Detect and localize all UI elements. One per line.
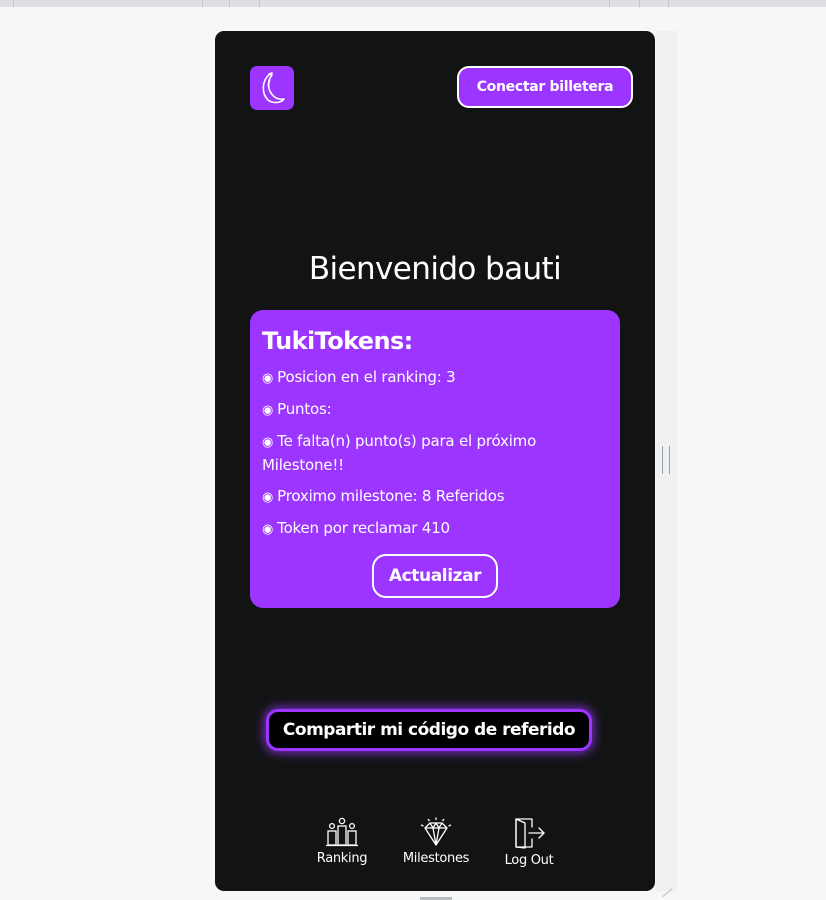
bullet-icon: ◉	[262, 490, 274, 505]
nav-label: Milestones	[402, 851, 470, 866]
top-bar-divider	[259, 0, 260, 7]
stat-text: Posicion en el ranking: 3	[277, 368, 456, 386]
stat-points: ◉ Puntos:	[262, 398, 608, 422]
welcome-heading: Bienvenido bauti	[308, 251, 562, 287]
browser-top-bar	[0, 0, 826, 7]
card-title: TukiTokens:	[262, 327, 413, 355]
bullet-icon: ◉	[262, 403, 274, 418]
nav-item-log-out[interactable]: Log Out	[484, 817, 574, 868]
top-bar-divider	[13, 0, 14, 7]
stat-text: Te falta(n) punto(s) para el próximo Mil…	[262, 432, 537, 474]
stat-next-milestone: ◉ Proximo milestone: 8 Referidos	[262, 485, 608, 509]
top-bar-divider	[229, 0, 230, 7]
nav-label: Ranking	[316, 851, 368, 866]
nav-label: Log Out	[504, 853, 554, 868]
ranking-icon	[326, 817, 358, 847]
share-referral-code-button[interactable]: Compartir mi código de referido	[266, 709, 592, 751]
top-bar-divider	[668, 0, 669, 7]
top-bar-divider	[609, 0, 610, 7]
banana-icon	[262, 72, 285, 104]
tukitokens-card: TukiTokens: ◉ Posicion en el ranking: 3 ◉…	[250, 310, 620, 608]
bullet-icon: ◉	[262, 522, 274, 537]
stat-text: Puntos:	[277, 400, 332, 418]
stat-ranking-position: ◉ Posicion en el ranking: 3	[262, 366, 608, 390]
resize-handle[interactable]	[662, 446, 670, 474]
refresh-button[interactable]: Actualizar	[372, 554, 498, 598]
stat-points-needed: ◉ Te falta(n) punto(s) para el próximo Mi…	[262, 430, 608, 477]
logout-icon	[515, 818, 545, 849]
diamond-icon	[420, 817, 452, 846]
top-bar-divider	[202, 0, 203, 7]
connect-wallet-button[interactable]: Conectar billetera	[457, 66, 633, 108]
stat-tokens-to-claim: ◉ Token por reclamar 410	[262, 517, 608, 541]
nav-item-milestones[interactable]: Milestones	[391, 817, 481, 866]
nav-item-ranking[interactable]: Ranking	[297, 817, 387, 866]
bottom-navigation: Ranking Milestones Log Out	[215, 817, 655, 877]
top-bar-divider	[639, 0, 640, 7]
stat-text: Proximo milestone: 8 Referidos	[277, 487, 505, 505]
stat-text: Token por reclamar 410	[277, 519, 450, 537]
bullet-icon: ◉	[262, 435, 274, 450]
mobile-app-viewport: Conectar billetera Bienvenido bauti Tuki…	[215, 31, 655, 891]
app-logo[interactable]	[250, 66, 294, 110]
bullet-icon: ◉	[262, 371, 274, 386]
